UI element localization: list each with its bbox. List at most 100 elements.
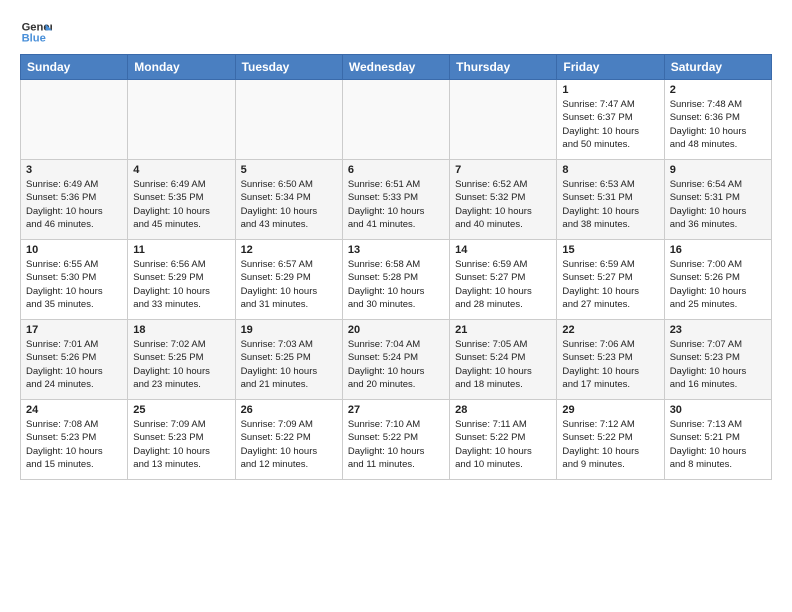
cell-content: Sunrise: 6:51 AMSunset: 5:33 PMDaylight:… — [348, 178, 444, 231]
calendar-cell: 10 Sunrise: 6:55 AMSunset: 5:30 PMDayligh… — [21, 240, 128, 320]
calendar-cell: 14Sunrise: 6:59 AMSunset: 5:27 PMDayligh… — [450, 240, 557, 320]
cell-content: Sunrise: 7:48 AMSunset: 6:36 PMDaylight:… — [670, 98, 766, 151]
cell-content: Sunrise: 6:53 AMSunset: 5:31 PMDaylight:… — [562, 178, 658, 231]
calendar-cell: 4 Sunrise: 6:49 AMSunset: 5:35 PMDaylight… — [128, 160, 235, 240]
day-number: 28 — [455, 404, 551, 416]
week-row-0: 1Sunrise: 7:47 AMSunset: 6:37 PMDaylight… — [21, 80, 772, 160]
cell-content: Sunrise: 6:55 AMSunset: 5:30 PMDaylight:… — [26, 258, 122, 311]
day-number: 24 — [26, 404, 122, 416]
calendar-cell — [342, 80, 449, 160]
calendar-cell: 25 Sunrise: 7:09 AMSunset: 5:23 PMDayligh… — [128, 400, 235, 480]
cell-content: Sunrise: 7:11 AMSunset: 5:22 PMDaylight:… — [455, 418, 551, 471]
cell-content: Sunrise: 6:49 AMSunset: 5:36 PMDaylight:… — [26, 178, 122, 231]
day-number: 3 — [26, 164, 122, 176]
day-number: 27 — [348, 404, 444, 416]
day-number: 16 — [670, 244, 766, 256]
calendar-cell: 1Sunrise: 7:47 AMSunset: 6:37 PMDaylight… — [557, 80, 664, 160]
cell-content: Sunrise: 7:05 AMSunset: 5:24 PMDaylight:… — [455, 338, 551, 391]
calendar-cell: 11Sunrise: 6:56 AMSunset: 5:29 PMDayligh… — [128, 240, 235, 320]
calendar-cell: 26 Sunrise: 7:09 AMSunset: 5:22 PMDayligh… — [235, 400, 342, 480]
week-row-2: 10 Sunrise: 6:55 AMSunset: 5:30 PMDayligh… — [21, 240, 772, 320]
header-row: SundayMondayTuesdayWednesdayThursdayFrid… — [21, 55, 772, 80]
day-number: 20 — [348, 324, 444, 336]
day-number: 26 — [241, 404, 337, 416]
cell-content: Sunrise: 7:03 AMSunset: 5:25 PMDaylight:… — [241, 338, 337, 391]
calendar-cell: 30 Sunrise: 7:13 AMSunset: 5:21 PMDayligh… — [664, 400, 771, 480]
logo-icon: General Blue — [20, 16, 52, 48]
calendar-cell: 15 Sunrise: 6:59 AMSunset: 5:27 PMDayligh… — [557, 240, 664, 320]
cell-content: Sunrise: 7:01 AMSunset: 5:26 PMDaylight:… — [26, 338, 122, 391]
calendar-cell: 12Sunrise: 6:57 AMSunset: 5:29 PMDayligh… — [235, 240, 342, 320]
calendar-cell: 3 Sunrise: 6:49 AMSunset: 5:36 PMDaylight… — [21, 160, 128, 240]
calendar-cell: 24 Sunrise: 7:08 AMSunset: 5:23 PMDayligh… — [21, 400, 128, 480]
page: General Blue SundayMondayTuesdayWednesda… — [0, 0, 792, 490]
day-number: 25 — [133, 404, 229, 416]
calendar-table: SundayMondayTuesdayWednesdayThursdayFrid… — [20, 54, 772, 480]
calendar-cell: 20 Sunrise: 7:04 AMSunset: 5:24 PMDayligh… — [342, 320, 449, 400]
calendar-cell — [21, 80, 128, 160]
calendar-cell: 28 Sunrise: 7:11 AMSunset: 5:22 PMDayligh… — [450, 400, 557, 480]
day-number: 13 — [348, 244, 444, 256]
calendar-cell: 18 Sunrise: 7:02 AMSunset: 5:25 PMDayligh… — [128, 320, 235, 400]
cell-content: Sunrise: 6:59 AMSunset: 5:27 PMDaylight:… — [562, 258, 658, 311]
cell-content: Sunrise: 7:02 AMSunset: 5:25 PMDaylight:… — [133, 338, 229, 391]
cell-content: Sunrise: 7:12 AMSunset: 5:22 PMDaylight:… — [562, 418, 658, 471]
day-number: 7 — [455, 164, 551, 176]
day-number: 17 — [26, 324, 122, 336]
calendar-cell: 19 Sunrise: 7:03 AMSunset: 5:25 PMDayligh… — [235, 320, 342, 400]
day-header-monday: Monday — [128, 55, 235, 80]
cell-content: Sunrise: 6:52 AMSunset: 5:32 PMDaylight:… — [455, 178, 551, 231]
calendar-cell: 6Sunrise: 6:51 AMSunset: 5:33 PMDaylight… — [342, 160, 449, 240]
cell-content: Sunrise: 7:09 AMSunset: 5:23 PMDaylight:… — [133, 418, 229, 471]
day-number: 22 — [562, 324, 658, 336]
calendar-cell: 27Sunrise: 7:10 AMSunset: 5:22 PMDayligh… — [342, 400, 449, 480]
calendar-cell: 8 Sunrise: 6:53 AMSunset: 5:31 PMDaylight… — [557, 160, 664, 240]
week-row-4: 24 Sunrise: 7:08 AMSunset: 5:23 PMDayligh… — [21, 400, 772, 480]
cell-content: Sunrise: 7:07 AMSunset: 5:23 PMDaylight:… — [670, 338, 766, 391]
day-header-tuesday: Tuesday — [235, 55, 342, 80]
calendar-cell: 5 Sunrise: 6:50 AMSunset: 5:34 PMDaylight… — [235, 160, 342, 240]
day-number: 2 — [670, 84, 766, 96]
day-number: 15 — [562, 244, 658, 256]
calendar-cell — [128, 80, 235, 160]
day-number: 29 — [562, 404, 658, 416]
cell-content: Sunrise: 6:58 AMSunset: 5:28 PMDaylight:… — [348, 258, 444, 311]
calendar-cell: 16Sunrise: 7:00 AMSunset: 5:26 PMDayligh… — [664, 240, 771, 320]
day-number: 19 — [241, 324, 337, 336]
logo: General Blue — [20, 16, 52, 48]
day-header-thursday: Thursday — [450, 55, 557, 80]
calendar-cell: 22 Sunrise: 7:06 AMSunset: 5:23 PMDayligh… — [557, 320, 664, 400]
calendar-cell — [450, 80, 557, 160]
day-number: 9 — [670, 164, 766, 176]
calendar-cell — [235, 80, 342, 160]
calendar-cell: 17 Sunrise: 7:01 AMSunset: 5:26 PMDayligh… — [21, 320, 128, 400]
svg-text:Blue: Blue — [22, 33, 46, 45]
calendar-cell: 13 Sunrise: 6:58 AMSunset: 5:28 PMDayligh… — [342, 240, 449, 320]
calendar-cell: 9Sunrise: 6:54 AMSunset: 5:31 PMDaylight… — [664, 160, 771, 240]
cell-content: Sunrise: 7:04 AMSunset: 5:24 PMDaylight:… — [348, 338, 444, 391]
cell-content: Sunrise: 7:08 AMSunset: 5:23 PMDaylight:… — [26, 418, 122, 471]
day-number: 10 — [26, 244, 122, 256]
day-number: 4 — [133, 164, 229, 176]
calendar-cell: 7 Sunrise: 6:52 AMSunset: 5:32 PMDaylight… — [450, 160, 557, 240]
cell-content: Sunrise: 6:50 AMSunset: 5:34 PMDaylight:… — [241, 178, 337, 231]
day-number: 18 — [133, 324, 229, 336]
calendar-cell: 23Sunrise: 7:07 AMSunset: 5:23 PMDayligh… — [664, 320, 771, 400]
day-header-saturday: Saturday — [664, 55, 771, 80]
week-row-1: 3 Sunrise: 6:49 AMSunset: 5:36 PMDaylight… — [21, 160, 772, 240]
cell-content: Sunrise: 6:49 AMSunset: 5:35 PMDaylight:… — [133, 178, 229, 231]
cell-content: Sunrise: 6:59 AMSunset: 5:27 PMDaylight:… — [455, 258, 551, 311]
day-header-wednesday: Wednesday — [342, 55, 449, 80]
cell-content: Sunrise: 7:47 AMSunset: 6:37 PMDaylight:… — [562, 98, 658, 151]
calendar-cell: 29 Sunrise: 7:12 AMSunset: 5:22 PMDayligh… — [557, 400, 664, 480]
week-row-3: 17 Sunrise: 7:01 AMSunset: 5:26 PMDayligh… — [21, 320, 772, 400]
calendar-cell: 2 Sunrise: 7:48 AMSunset: 6:36 PMDaylight… — [664, 80, 771, 160]
day-number: 30 — [670, 404, 766, 416]
cell-content: Sunrise: 7:09 AMSunset: 5:22 PMDaylight:… — [241, 418, 337, 471]
cell-content: Sunrise: 7:06 AMSunset: 5:23 PMDaylight:… — [562, 338, 658, 391]
day-number: 8 — [562, 164, 658, 176]
cell-content: Sunrise: 7:13 AMSunset: 5:21 PMDaylight:… — [670, 418, 766, 471]
day-number: 5 — [241, 164, 337, 176]
header: General Blue — [20, 16, 772, 48]
day-header-sunday: Sunday — [21, 55, 128, 80]
